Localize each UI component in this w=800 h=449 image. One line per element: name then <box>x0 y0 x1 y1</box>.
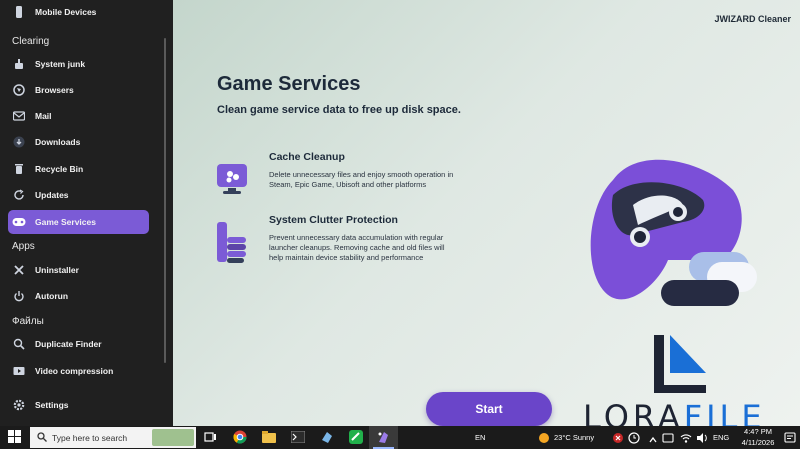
sidebar-item-recycle-bin[interactable]: Recycle Bin <box>8 157 149 181</box>
sidebar-item-label: Video compression <box>35 366 114 376</box>
sidebar-item-label: Mobile Devices <box>35 7 97 17</box>
network-status-icon[interactable] <box>612 431 627 446</box>
sidebar-item-updates[interactable]: Updates <box>8 183 149 207</box>
page-subtitle: Clean game service data to free up disk … <box>217 104 461 116</box>
section-apps: Apps <box>12 241 35 252</box>
video-icon <box>12 364 26 378</box>
sidebar-scrollbar[interactable] <box>164 38 166 363</box>
duplicate-icon <box>12 337 26 351</box>
mail-icon <box>12 109 26 123</box>
sidebar-item-label: Updates <box>35 190 69 200</box>
active-app-tile[interactable] <box>369 426 398 449</box>
sidebar-item-downloads[interactable]: Downloads <box>8 130 149 154</box>
gear-icon <box>12 398 26 412</box>
trash-icon <box>12 162 26 176</box>
thumbs-up-icon <box>216 219 248 270</box>
sidebar-item-label: Autorun <box>35 291 69 301</box>
terminal-icon[interactable] <box>290 430 306 445</box>
main-panel: JWIZARD Cleaner Game Services Clean game… <box>173 0 800 436</box>
sidebar-item-autorun[interactable]: Autorun <box>8 284 149 308</box>
sidebar-item-browsers[interactable]: Browsers <box>8 78 149 102</box>
sidebar-item-label: Game Services <box>35 217 96 227</box>
lorafile-logo <box>650 333 710 400</box>
sidebar-item-mobile-devices[interactable]: Mobile Devices <box>8 0 149 24</box>
language-indicator-center: EN <box>475 433 486 442</box>
weather-text[interactable]: 23°C Sunny <box>554 433 594 442</box>
chrome-icon[interactable] <box>233 430 248 445</box>
feature-title: System Clutter Protection <box>269 214 398 226</box>
phone-icon <box>12 5 26 19</box>
input-language[interactable]: ENG <box>713 433 729 442</box>
chevron-up-icon[interactable] <box>648 432 663 447</box>
download-icon <box>12 135 26 149</box>
sidebar-item-game-services[interactable]: Game Services <box>8 210 149 234</box>
start-button[interactable]: Start <box>426 392 552 426</box>
feature-description: Prevent unnecessary data accumulation wi… <box>269 233 445 262</box>
sidebar-item-label: Mail <box>35 111 52 121</box>
clock-time[interactable]: 4:4? PM <box>738 427 778 436</box>
taskbar-search[interactable]: Type here to search <box>30 427 196 448</box>
system-tray-icon[interactable] <box>628 431 643 446</box>
x-icon <box>12 263 26 277</box>
sidebar-item-label: Recycle Bin <box>35 164 84 174</box>
volume-icon[interactable] <box>696 431 711 446</box>
sidebar-item-label: Uninstaller <box>35 265 79 275</box>
app-brand: JWIZARD Cleaner <box>714 14 791 24</box>
task-view-icon[interactable] <box>204 430 219 445</box>
sidebar-item-duplicate-finder[interactable]: Duplicate Finder <box>8 332 149 356</box>
wifi-icon[interactable] <box>680 431 695 446</box>
power-icon <box>12 289 26 303</box>
section-files: Файлы <box>12 316 44 327</box>
sidebar-item-label: Downloads <box>35 137 81 147</box>
sidebar-item-label: System junk <box>35 59 86 69</box>
broom-icon <box>12 57 26 71</box>
globe-icon <box>12 83 26 97</box>
search-placeholder: Type here to search <box>52 432 128 443</box>
gamepad-illustration <box>583 150 758 325</box>
refresh-icon <box>12 188 26 202</box>
search-highlight-image <box>152 429 194 446</box>
taskbar: Type here to search EN 23°C Sunny ENG 4:… <box>0 426 800 449</box>
sidebar-item-label: Duplicate Finder <box>35 339 102 349</box>
sun-icon[interactable] <box>538 431 553 446</box>
app-icon[interactable] <box>320 430 335 445</box>
page-title: Game Services <box>217 73 361 95</box>
notepad-green-icon[interactable] <box>349 430 364 445</box>
sidebar-item-video-compression[interactable]: Video compression <box>8 359 149 383</box>
sidebar-item-system-junk[interactable]: System junk <box>8 52 149 76</box>
windows-start-icon[interactable] <box>8 430 23 445</box>
cache-monitor-icon <box>216 163 248 200</box>
clock-date[interactable]: 4/11/2026 <box>734 438 782 447</box>
section-clearing: Clearing <box>12 36 50 47</box>
feature-title: Cache Cleanup <box>269 151 345 163</box>
sidebar-item-label: Browsers <box>35 85 74 95</box>
feature-description: Delete unnecessary files and enjoy smoot… <box>269 170 454 189</box>
sidebar-item-mail[interactable]: Mail <box>8 104 149 128</box>
sidebar-item-settings[interactable]: Settings <box>8 393 149 417</box>
tray-app-icon[interactable] <box>662 431 677 446</box>
sidebar-item-label: Settings <box>35 400 69 410</box>
file-explorer-icon[interactable] <box>262 430 277 445</box>
search-icon <box>37 429 47 447</box>
sidebar: Mobile Devices Clearing System junk Brow… <box>0 0 173 426</box>
notification-icon[interactable] <box>784 431 799 446</box>
sidebar-item-uninstaller[interactable]: Uninstaller <box>8 258 149 282</box>
gamepad-icon <box>12 215 26 229</box>
